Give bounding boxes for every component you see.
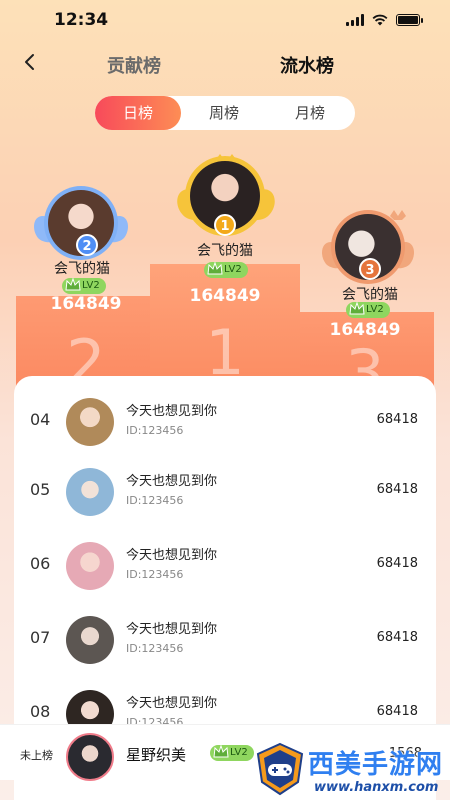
wifi-icon [372,14,388,26]
period-monthly[interactable]: 月榜 [267,96,353,130]
list-item[interactable]: 06 今天也想见到你 ID:123456 68418 [14,528,436,600]
podium-3: 164849 3 [296,312,434,409]
level-crown-icon [65,277,81,291]
avatar[interactable] [66,468,114,516]
list-item-name: 今天也想见到你 [126,696,218,711]
status-icons [346,14,423,26]
top2-level-tag: LV2 [62,277,106,294]
level-crown-icon [349,301,365,315]
gamepad-shield-logo-icon [256,742,304,796]
list-item[interactable]: 07 今天也想见到你 ID:123456 68418 [14,602,436,674]
chevron-left-icon [25,54,34,70]
list-item-value: 68418 [376,556,418,571]
top1-level-label: LV2 [224,264,242,275]
list-item[interactable]: 05 今天也想见到你 ID:123456 68418 [14,454,436,526]
list-item-id: ID:123456 [126,568,184,581]
list-item-rank: 06 [30,554,51,573]
top1-name: 会飞的猫 [197,243,253,259]
top1-level-tag: LV2 [204,261,248,278]
list-item-id: ID:123456 [126,494,184,507]
top2-rank-badge: 2 [76,234,98,256]
watermark-title: 西美手游网 [308,750,444,780]
my-level-label: LV2 [230,747,248,758]
watermark-url: www.hanxm.com [314,780,439,795]
list-item-rank: 04 [30,410,51,429]
top1-rank-badge: 1 [214,214,236,236]
tab-flow[interactable]: 流水榜 [280,52,334,78]
back-button[interactable] [18,50,42,74]
my-avatar[interactable] [66,733,114,781]
list-item-name: 今天也想见到你 [126,404,218,419]
period-weekly[interactable]: 周榜 [181,96,267,130]
list-item-name: 今天也想见到你 [126,474,218,489]
tab-contribution[interactable]: 贡献榜 [107,52,161,78]
list-item-rank: 05 [30,480,51,499]
cellular-signal-icon [346,14,364,26]
podium-1: 164849 1 [150,264,300,389]
list-item-rank: 07 [30,628,51,647]
list-item-value: 68418 [376,412,418,427]
avatar[interactable] [66,398,114,446]
period-selector: 日榜 周榜 月榜 [95,96,355,130]
period-daily[interactable]: 日榜 [95,96,181,130]
list-item-id: ID:123456 [126,642,184,655]
list-item-id: ID:123456 [126,424,184,437]
top3-level-label: LV2 [366,304,384,315]
level-crown-icon [207,261,223,275]
podium-2: 164849 2 [16,294,156,399]
top3-rank-badge: 3 [359,258,381,280]
my-name: 星野织美 [126,746,187,764]
list-item[interactable]: 04 今天也想见到你 ID:123456 68418 [14,384,436,456]
level-crown-icon [213,744,229,758]
list-item-name: 今天也想见到你 [126,548,218,563]
my-level-tag: LV2 [210,744,254,761]
battery-icon [396,14,423,26]
list-item-value: 68418 [376,630,418,645]
top2-name: 会飞的猫 [54,261,110,277]
podium-1-score: 164849 [189,286,261,306]
avatar[interactable] [66,616,114,664]
status-time: 12:34 [54,10,109,30]
top3-level-tag: LV2 [346,301,390,318]
status-bar: 12:34 [0,0,450,44]
list-item-rank: 08 [30,702,51,721]
list-item-value: 68418 [376,704,418,719]
list-item-value: 68418 [376,482,418,497]
top2-level-label: LV2 [82,280,100,291]
avatar[interactable] [66,542,114,590]
list-item-name: 今天也想见到你 [126,622,218,637]
my-rank-label: 未上榜 [20,749,53,762]
watermark: 西美手游网 www.hanxm.com [250,740,450,800]
podium-2-score: 164849 [50,294,122,314]
top3-name: 会飞的猫 [342,287,398,303]
